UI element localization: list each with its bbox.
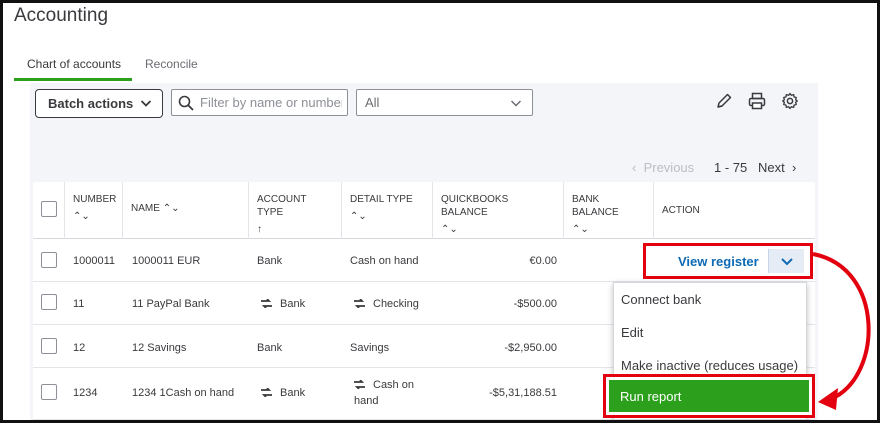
col-account-type-label: ACCOUNT TYPE	[257, 194, 307, 218]
col-bank-balance-label: BANK BALANCE	[572, 194, 619, 218]
quickbooks-balance: €0.00	[529, 255, 557, 267]
detail-type-cell: Cash on hand	[354, 377, 414, 409]
row-checkbox[interactable]	[41, 338, 57, 354]
detail-type: Checking	[373, 298, 419, 310]
col-number-label: NUMBER	[73, 194, 117, 205]
batch-actions-label: Batch actions	[48, 96, 134, 111]
chevron-right-icon: ›	[791, 160, 797, 175]
account-type: Bank	[257, 255, 283, 267]
col-name[interactable]: NAME ⌃⌄	[123, 182, 249, 239]
col-action-label: ACTION	[662, 205, 700, 216]
account-name: 11 PayPal Bank	[132, 298, 210, 310]
gear-icon[interactable]	[781, 92, 799, 110]
account-number: 1000011	[73, 255, 116, 267]
page-title: Accounting	[14, 5, 109, 26]
account-type-cell: Bank	[261, 386, 305, 400]
col-quickbooks-balance[interactable]: QUICKBOOKS BALANCE ⌃⌄	[433, 182, 564, 239]
bank-feed-icon	[261, 388, 272, 397]
col-detail-type[interactable]: DETAIL TYPE ⌃⌄	[342, 182, 433, 239]
next-label: Next	[758, 160, 785, 175]
bank-feed-icon	[354, 299, 365, 308]
previous-label: Previous	[643, 160, 695, 175]
filter-value: All	[365, 95, 380, 110]
view-register-highlight: View register	[643, 243, 813, 279]
search-icon	[178, 95, 194, 111]
row-checkbox[interactable]	[41, 294, 57, 310]
col-action: ACTION	[654, 182, 815, 239]
quickbooks-balance: -$5,31,188.51	[489, 387, 557, 399]
run-report-highlight: Run report	[603, 374, 815, 418]
sort-up-icon: ↑	[257, 224, 262, 235]
chevron-down-icon	[510, 100, 522, 107]
view-register-button[interactable]: View register	[678, 254, 759, 269]
detail-type: Savings	[350, 342, 390, 354]
quickbooks-balance: -$2,950.00	[504, 342, 557, 354]
bank-feed-icon	[261, 299, 272, 308]
chevron-down-icon	[140, 100, 152, 107]
chevron-left-icon: ‹	[632, 160, 637, 175]
sort-icon: ⌃⌄	[572, 224, 589, 235]
account-filter-select[interactable]: All	[356, 89, 533, 116]
account-number: 11	[73, 298, 85, 310]
sort-icon: ⌃⌄	[441, 224, 458, 235]
account-type: Bank	[280, 298, 306, 310]
account-type: Bank	[280, 387, 306, 399]
pagination-previous[interactable]: ‹ Previous	[632, 160, 694, 175]
account-type: Bank	[257, 342, 283, 354]
sort-icon: ⌃⌄	[73, 211, 90, 222]
chevron-down-icon	[781, 258, 793, 266]
col-number[interactable]: NUMBER ⌃⌄	[65, 182, 123, 239]
quickbooks-balance: -$500.00	[513, 298, 557, 310]
account-name: 12 Savings	[132, 342, 187, 354]
printer-icon[interactable]	[748, 92, 766, 110]
col-bank-balance[interactable]: BANK BALANCE ⌃⌄	[564, 182, 654, 239]
tab-reconcile[interactable]: Reconcile	[145, 57, 198, 71]
menu-item-make-inactive[interactable]: Make inactive (reduces usage)	[621, 358, 798, 373]
pagination-range: 1 - 75	[714, 160, 748, 175]
search-input[interactable]	[200, 93, 342, 112]
detail-type-line1: Cash on	[373, 379, 414, 391]
tab-chart-of-accounts[interactable]: Chart of accounts	[27, 57, 121, 71]
account-name: 1000011 EUR	[132, 255, 201, 267]
col-account-type[interactable]: ACCOUNT TYPE ↑	[249, 182, 342, 239]
account-type-cell: Bank	[261, 297, 305, 311]
pagination-next[interactable]: Next ›	[758, 160, 796, 175]
select-all-checkbox[interactable]	[41, 201, 57, 217]
col-detail-type-label: DETAIL TYPE	[350, 194, 413, 205]
account-number: 12	[73, 342, 86, 354]
sort-icon: ⌃⌄	[162, 203, 180, 214]
row-checkbox[interactable]	[41, 252, 57, 268]
detail-type-cell: Checking	[354, 297, 419, 311]
pencil-icon[interactable]	[715, 92, 733, 110]
detail-type-line2: hand	[354, 395, 379, 407]
search-field[interactable]	[171, 89, 348, 116]
action-menu-toggle[interactable]	[768, 249, 804, 273]
menu-item-run-report[interactable]: Run report	[609, 380, 809, 412]
menu-item-connect-bank[interactable]: Connect bank	[621, 292, 701, 307]
row-checkbox[interactable]	[41, 384, 57, 400]
menu-item-edit[interactable]: Edit	[621, 325, 643, 340]
col-name-label: NAME	[131, 203, 160, 214]
bank-feed-icon	[354, 380, 365, 389]
table-header: NUMBER ⌃⌄ NAME ⌃⌄ ACCOUNT TYPE ↑ DETAIL TY…	[33, 182, 815, 239]
col-qb-balance-label: QUICKBOOKS BALANCE	[441, 194, 509, 218]
detail-type: Cash on hand	[350, 255, 419, 267]
account-name: 1234 1Cash on hand	[132, 387, 235, 399]
active-tab-indicator	[14, 78, 132, 81]
select-all-cell	[33, 182, 65, 239]
account-number: 1234	[73, 387, 98, 399]
batch-actions-button[interactable]: Batch actions	[35, 89, 163, 118]
sort-icon: ⌃⌄	[350, 211, 367, 222]
